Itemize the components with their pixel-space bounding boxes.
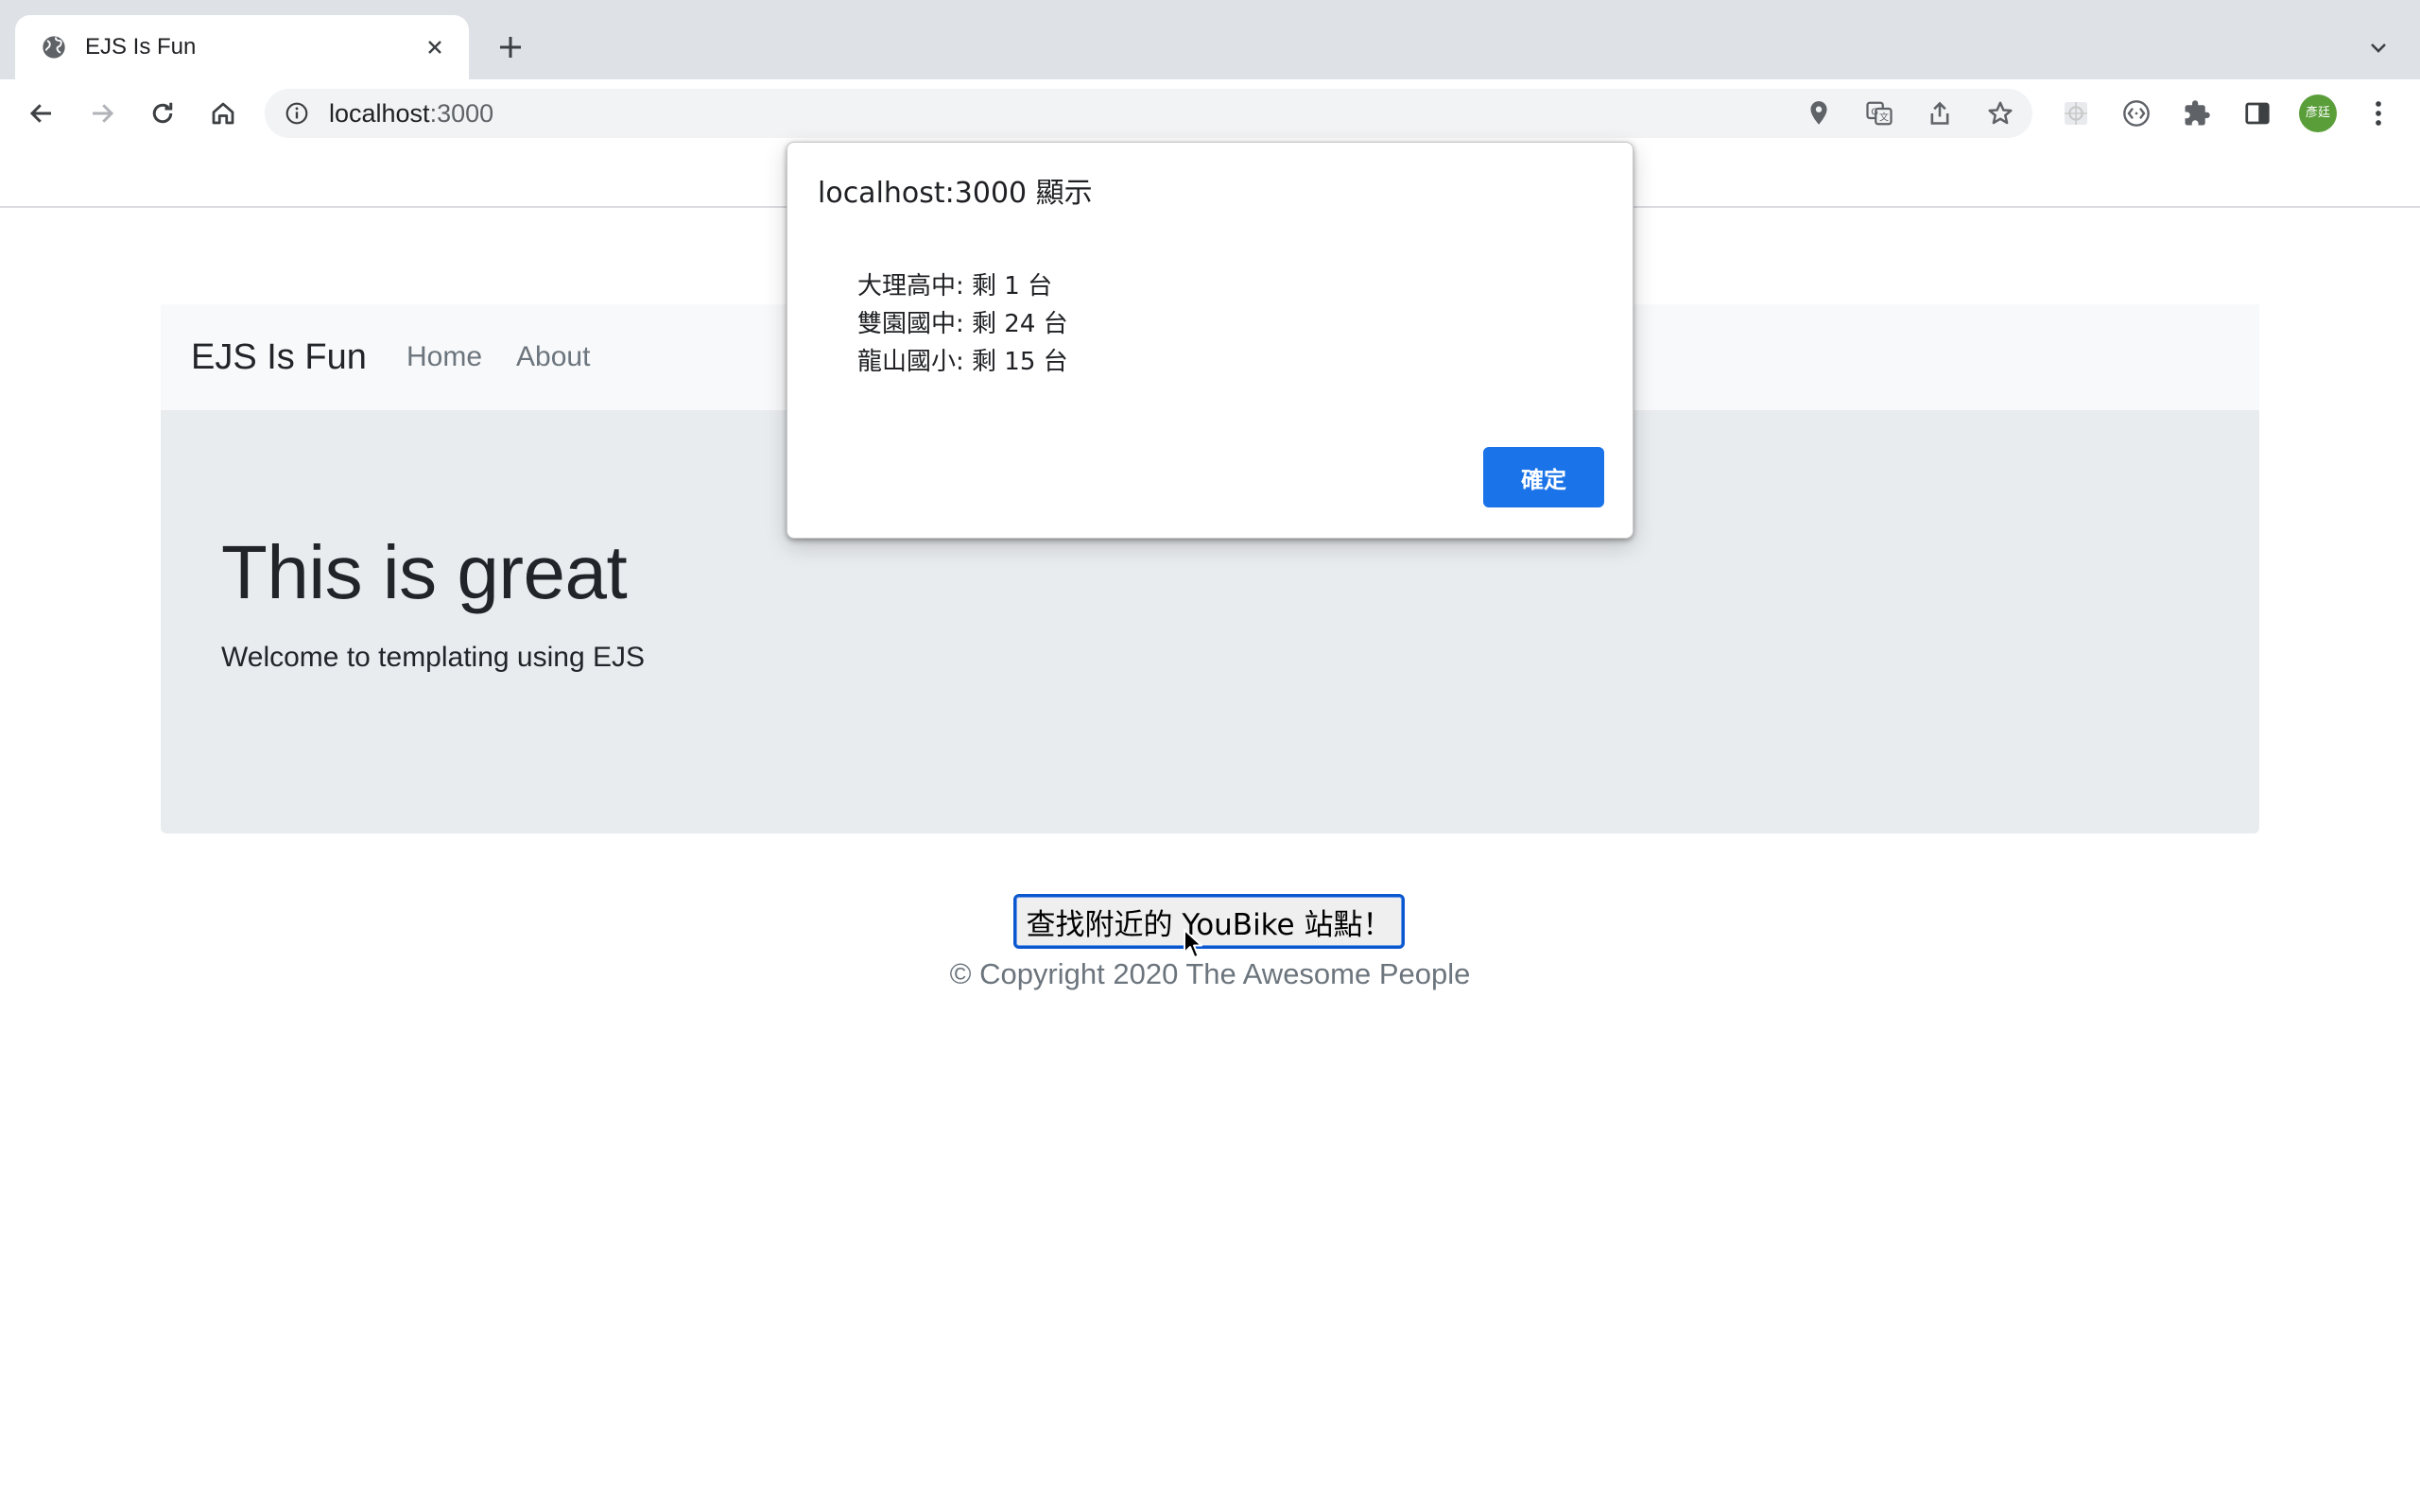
side-panel-icon[interactable] [2238, 94, 2276, 132]
dialog-title: localhost:3000 顯示 [818, 177, 1093, 210]
tab-title: EJS Is Fun [85, 34, 197, 60]
browser-tab[interactable]: EJS Is Fun [15, 15, 469, 79]
nav-link-home[interactable]: Home [406, 340, 482, 374]
back-icon[interactable] [23, 94, 60, 132]
mouse-cursor-icon [1184, 929, 1202, 958]
url-host: localhost [329, 99, 430, 128]
dialog-ok-button[interactable]: 確定 [1483, 447, 1604, 507]
navbar-brand[interactable]: EJS Is Fun [191, 336, 367, 378]
site-info-icon[interactable] [284, 100, 310, 127]
close-icon[interactable] [420, 32, 450, 62]
dialog-message-line: 龍山國小: 剩 15 台 [857, 348, 1068, 376]
dialog-message-line: 大理高中: 剩 1 台 [857, 272, 1053, 301]
url-text: localhost:3000 [329, 100, 493, 127]
tab-strip: EJS Is Fun [0, 0, 2420, 79]
svg-text:G: G [1871, 107, 1878, 117]
browser-toolbar: localhost:3000 G文 彥廷 [0, 79, 2420, 147]
alert-dialog: localhost:3000 顯示 大理高中: 剩 1 台 雙園國中: 剩 24… [786, 142, 1634, 539]
new-tab-button[interactable] [492, 28, 529, 66]
menu-kebab-icon[interactable] [2360, 94, 2397, 132]
svg-text:文: 文 [1879, 112, 1889, 124]
location-pin-icon[interactable] [1804, 98, 1834, 129]
address-bar[interactable]: localhost:3000 G文 [265, 89, 2032, 138]
page-title: This is great [221, 530, 628, 614]
globe-icon [40, 33, 68, 61]
nav-link-about[interactable]: About [516, 340, 590, 374]
puzzle-extensions-icon[interactable] [2178, 94, 2216, 132]
translate-icon[interactable]: G文 [1864, 98, 1894, 129]
forward-icon[interactable] [83, 94, 121, 132]
url-port: :3000 [429, 99, 494, 128]
profile-avatar[interactable]: 彥廷 [2299, 94, 2337, 132]
share-icon[interactable] [1925, 98, 1955, 129]
profile-initials: 彥廷 [2305, 106, 2330, 120]
extension-grid-icon[interactable] [2057, 94, 2095, 132]
footer-copyright: © Copyright 2020 The Awesome People [949, 957, 1471, 990]
dev-extension-icon[interactable] [2118, 94, 2155, 132]
reload-icon[interactable] [144, 94, 182, 132]
dialog-message-line: 雙園國中: 剩 24 台 [857, 310, 1068, 338]
find-youbike-button[interactable]: 查找附近的 YouBike 站點！ [1013, 894, 1405, 949]
bookmark-star-icon[interactable] [1985, 98, 2015, 129]
tab-search-chevron-icon[interactable] [2360, 28, 2397, 66]
lead-text: Welcome to templating using EJS [221, 642, 645, 673]
dialog-message: 大理高中: 剩 1 台 雙園國中: 剩 24 台 龍山國小: 剩 15 台 [857, 267, 1068, 381]
home-icon[interactable] [204, 94, 242, 132]
